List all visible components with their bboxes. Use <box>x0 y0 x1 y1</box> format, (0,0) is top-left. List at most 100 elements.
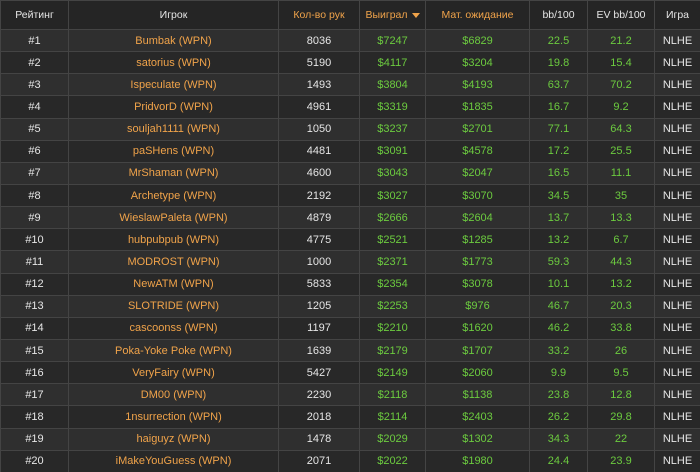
player-link[interactable]: Bumbak (WPN) <box>68 28 279 53</box>
player-link[interactable]: 1nsurrection (WPN) <box>68 405 279 429</box>
cell-bb100: 19.8 <box>529 51 588 75</box>
cell-ev-bb100: 23.9 <box>587 449 655 472</box>
cell-hands: 1197 <box>278 316 360 340</box>
table-row: #7 MrShaman (WPN) 4600 $3043 $2047 16.5 11.1 NL… <box>0 161 700 185</box>
player-link[interactable]: paSHens (WPN) <box>68 139 279 163</box>
cell-ev: $1835 <box>425 95 530 119</box>
cell-ev: $1302 <box>425 427 530 451</box>
cell-won: $2521 <box>359 228 426 252</box>
cell-ev-bb100: 20.3 <box>587 294 655 318</box>
cell-ev: $976 <box>425 294 530 318</box>
header-won-label: Выиграл <box>365 9 408 21</box>
table-row: #13 SLOTRIDE (WPN) 1205 $2253 $976 46.7 20.3 NL… <box>0 294 700 318</box>
player-link[interactable]: SLOTRIDE (WPN) <box>68 294 279 318</box>
cell-bb100: 59.3 <box>529 250 588 274</box>
cell-rank: #14 <box>0 316 69 340</box>
cell-bb100: 34.3 <box>529 427 588 451</box>
cell-hands: 5427 <box>278 361 360 385</box>
header-won[interactable]: Выиграл <box>359 0 426 30</box>
cell-bb100: 46.7 <box>529 294 588 318</box>
cell-rank: #2 <box>0 51 69 75</box>
cell-bb100: 77.1 <box>529 117 588 141</box>
cell-bb100: 22.5 <box>529 28 588 53</box>
cell-game: NLHE <box>654 361 700 385</box>
player-link[interactable]: DM00 (WPN) <box>68 383 279 407</box>
player-link[interactable]: Ispeculate (WPN) <box>68 73 279 97</box>
cell-ev-bb100: 6.7 <box>587 228 655 252</box>
cell-hands: 1000 <box>278 250 360 274</box>
cell-bb100: 23.8 <box>529 383 588 407</box>
cell-hands: 1478 <box>278 427 360 451</box>
cell-game: NLHE <box>654 294 700 318</box>
header-hands[interactable]: Кол-во рук <box>278 0 360 30</box>
cell-bb100: 24.4 <box>529 449 588 472</box>
table-row: #3 Ispeculate (WPN) 1493 $3804 $4193 63.7 70.2… <box>0 73 700 97</box>
table-row: #12 NewATM (WPN) 5833 $2354 $3078 10.1 13.2 NLH… <box>0 272 700 296</box>
cell-won: $2022 <box>359 449 426 472</box>
player-link[interactable]: Archetype (WPN) <box>68 183 279 208</box>
cell-rank: #6 <box>0 139 69 163</box>
cell-won: $4117 <box>359 51 426 75</box>
table-row: #20 iMakeYouGuess (WPN) 2071 $2022 $1980 24.4… <box>0 449 700 472</box>
cell-bb100: 10.1 <box>529 272 588 296</box>
player-link[interactable]: NewATM (WPN) <box>68 272 279 296</box>
cell-ev-bb100: 33.8 <box>587 316 655 340</box>
cell-bb100: 13.2 <box>529 228 588 252</box>
cell-won: $3237 <box>359 117 426 141</box>
player-link[interactable]: Poka-Yoke Poke (WPN) <box>68 338 279 363</box>
cell-hands: 4481 <box>278 139 360 163</box>
cell-hands: 1639 <box>278 338 360 363</box>
player-link[interactable]: cascoonss (WPN) <box>68 316 279 340</box>
cell-rank: #10 <box>0 228 69 252</box>
player-link[interactable]: haiguyz (WPN) <box>68 427 279 451</box>
leaderboard-table: Рейтинг Игрок Кол-во рук Выиграл Мат. ож… <box>0 0 700 472</box>
cell-rank: #19 <box>0 427 69 451</box>
player-link[interactable]: souljah1111 (WPN) <box>68 117 279 141</box>
cell-rank: #1 <box>0 28 69 53</box>
header-rank: Рейтинг <box>0 0 69 30</box>
player-link[interactable]: iMakeYouGuess (WPN) <box>68 449 279 472</box>
cell-ev: $4193 <box>425 73 530 97</box>
cell-hands: 4961 <box>278 95 360 119</box>
cell-ev-bb100: 13.3 <box>587 206 655 230</box>
cell-won: $2149 <box>359 361 426 385</box>
player-link[interactable]: VeryFairy (WPN) <box>68 361 279 385</box>
cell-bb100: 34.5 <box>529 183 588 208</box>
player-link[interactable]: WieslawPaleta (WPN) <box>68 206 279 230</box>
cell-rank: #18 <box>0 405 69 429</box>
cell-ev: $1138 <box>425 383 530 407</box>
cell-bb100: 13.7 <box>529 206 588 230</box>
cell-ev-bb100: 15.4 <box>587 51 655 75</box>
cell-won: $2029 <box>359 427 426 451</box>
cell-ev: $1707 <box>425 338 530 363</box>
cell-bb100: 16.7 <box>529 95 588 119</box>
player-link[interactable]: MrShaman (WPN) <box>68 161 279 185</box>
cell-rank: #9 <box>0 206 69 230</box>
table-row: #18 1nsurrection (WPN) 2018 $2114 $2403 26.2 2… <box>0 405 700 429</box>
player-link[interactable]: PridvorD (WPN) <box>68 95 279 119</box>
cell-hands: 4600 <box>278 161 360 185</box>
cell-ev-bb100: 44.3 <box>587 250 655 274</box>
cell-hands: 2071 <box>278 449 360 472</box>
cell-ev: $1285 <box>425 228 530 252</box>
cell-ev-bb100: 35 <box>587 183 655 208</box>
cell-won: $3027 <box>359 183 426 208</box>
player-link[interactable]: satorius (WPN) <box>68 51 279 75</box>
cell-game: NLHE <box>654 316 700 340</box>
cell-hands: 5190 <box>278 51 360 75</box>
cell-rank: #13 <box>0 294 69 318</box>
cell-ev-bb100: 22 <box>587 427 655 451</box>
table-row: #5 souljah1111 (WPN) 1050 $3237 $2701 77.1 64.… <box>0 117 700 141</box>
player-link[interactable]: hubpubpub (WPN) <box>68 228 279 252</box>
header-ev[interactable]: Мат. ожидание <box>425 0 530 30</box>
cell-ev-bb100: 11.1 <box>587 161 655 185</box>
cell-hands: 1493 <box>278 73 360 97</box>
cell-ev: $1773 <box>425 250 530 274</box>
cell-ev: $6829 <box>425 28 530 53</box>
cell-game: NLHE <box>654 228 700 252</box>
cell-won: $2666 <box>359 206 426 230</box>
cell-rank: #12 <box>0 272 69 296</box>
cell-won: $7247 <box>359 28 426 53</box>
player-link[interactable]: MODROST (WPN) <box>68 250 279 274</box>
cell-rank: #5 <box>0 117 69 141</box>
